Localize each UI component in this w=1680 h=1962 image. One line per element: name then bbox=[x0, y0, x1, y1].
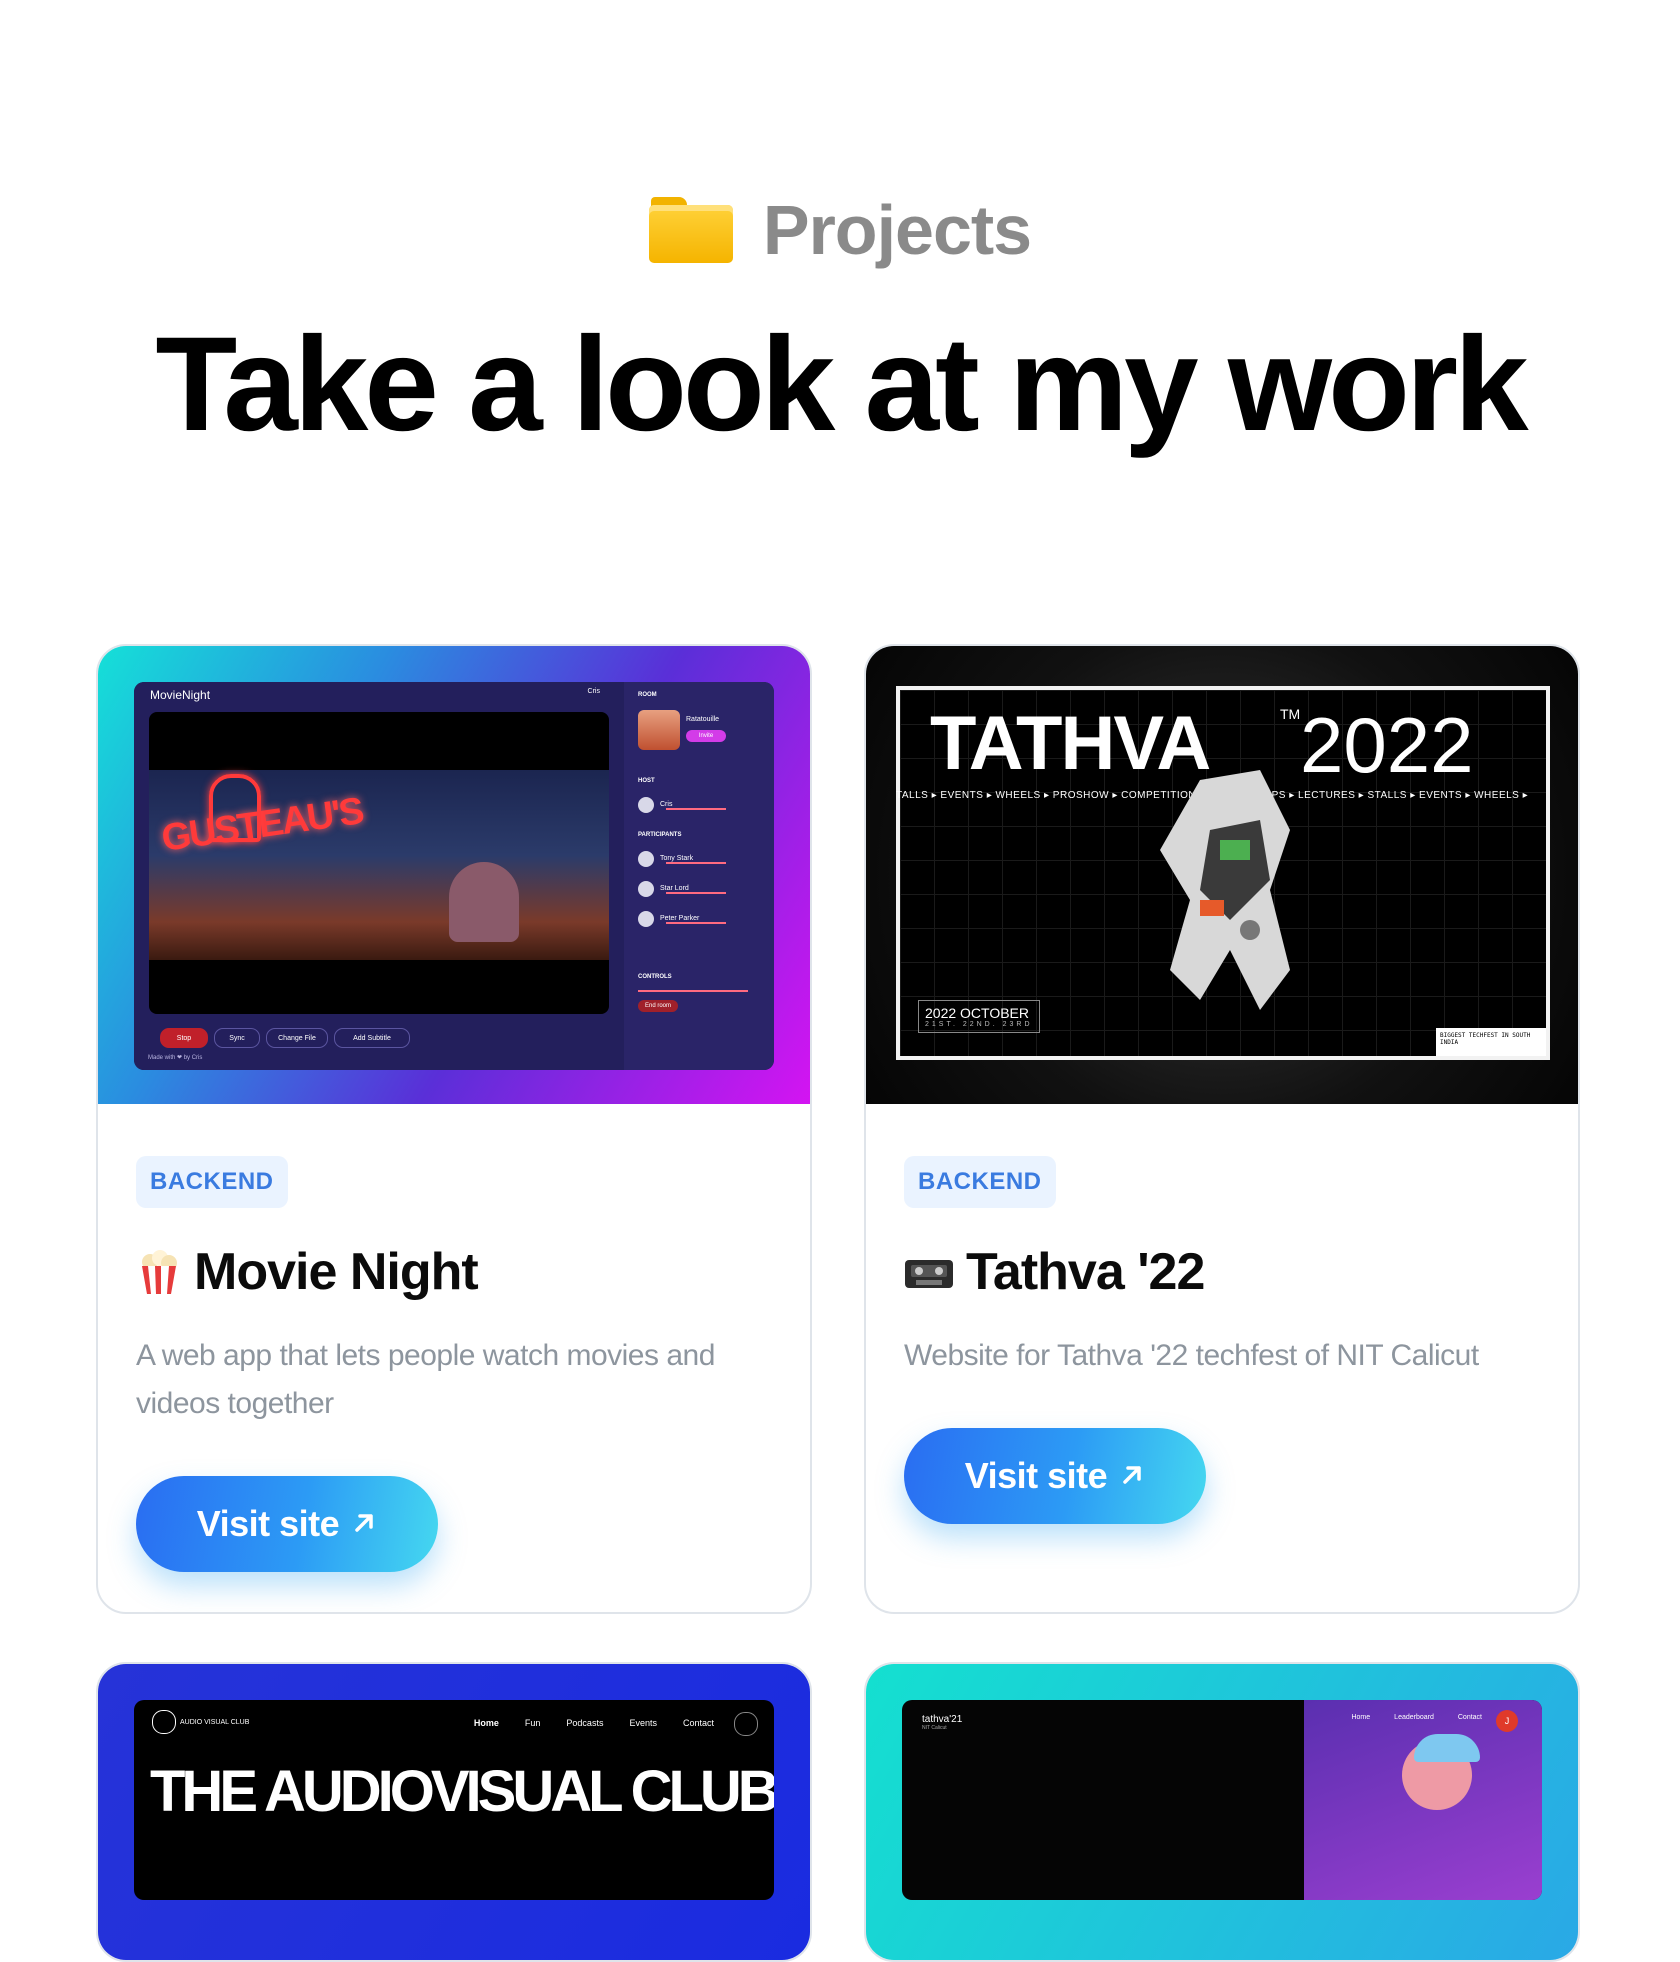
tagline-badge: BIGGEST TECHFEST IN SOUTH INDIA bbox=[1436, 1028, 1546, 1056]
app-screenshot: AUDIO VISUAL CLUB Home Fun Podcasts Even… bbox=[134, 1700, 774, 1900]
project-thumbnail[interactable]: tathva'21 NIT Calicut Home Leaderboard C… bbox=[866, 1664, 1578, 1960]
room-label: ROOM bbox=[638, 692, 657, 698]
avatar[interactable]: J bbox=[1496, 1710, 1518, 1732]
nav-home[interactable]: Home bbox=[1351, 1714, 1370, 1721]
controls-label: CONTROLS bbox=[638, 974, 672, 980]
nav-contact[interactable]: Contact bbox=[1458, 1714, 1482, 1721]
page-title: Take a look at my work bbox=[155, 310, 1528, 459]
visit-site-button[interactable]: Visit site bbox=[136, 1476, 438, 1572]
visit-site-label: Visit site bbox=[196, 1503, 340, 1544]
participants-label: PARTICIPANTS bbox=[638, 832, 682, 838]
add-subtitle-button[interactable]: Add Subtitle bbox=[334, 1028, 410, 1048]
sync-button[interactable]: Sync bbox=[214, 1028, 260, 1048]
project-card-audiovisual-club: AUDIO VISUAL CLUB Home Fun Podcasts Even… bbox=[96, 1662, 812, 1962]
menu-icon[interactable] bbox=[734, 1712, 758, 1736]
popcorn-icon bbox=[136, 1249, 182, 1295]
participant-item: Star Lord bbox=[638, 880, 758, 898]
change-file-button[interactable]: Change File bbox=[266, 1028, 328, 1048]
project-card-tathva-22: TATHVA TM 2022 TALLS ▸ EVENTS ▸ WHEELS ▸… bbox=[864, 644, 1580, 1614]
end-room-button[interactable]: End room bbox=[638, 1000, 678, 1012]
controller-illustration bbox=[1140, 770, 1310, 1020]
room-name: Ratatouille bbox=[686, 716, 720, 723]
project-card-tathva-21: tathva'21 NIT Calicut Home Leaderboard C… bbox=[864, 1662, 1580, 1962]
project-title: Movie Night bbox=[194, 1243, 479, 1301]
participant-item: Tony Stark bbox=[638, 850, 758, 868]
visit-site-button[interactable]: Visit site bbox=[904, 1428, 1206, 1524]
visit-site-label: Visit site bbox=[964, 1455, 1108, 1496]
app-screenshot: tathva'21 NIT Calicut Home Leaderboard C… bbox=[902, 1700, 1542, 1900]
site-nav: Home Fun Podcasts Events Contact bbox=[474, 1718, 714, 1728]
tathva-year: 2022 bbox=[1300, 701, 1474, 789]
footer-note: Made with ❤ by Cris bbox=[148, 1055, 203, 1061]
arrow-up-right-icon bbox=[351, 1503, 377, 1545]
project-card-movie-night: MovieNight Cris GUSTEAU'S Stop Sync Chan… bbox=[96, 644, 812, 1614]
host-label: HOST bbox=[638, 778, 655, 784]
arrow-up-right-icon bbox=[1119, 1455, 1145, 1497]
trademark: TM bbox=[1280, 706, 1301, 722]
nav-events[interactable]: Events bbox=[629, 1718, 657, 1728]
app-screenshot: TATHVA TM 2022 TALLS ▸ EVENTS ▸ WHEELS ▸… bbox=[896, 686, 1550, 1060]
category-badge: BACKEND bbox=[904, 1156, 1056, 1208]
project-thumbnail[interactable]: TATHVA TM 2022 TALLS ▸ EVENTS ▸ WHEELS ▸… bbox=[866, 646, 1578, 1104]
app-brand: MovieNight bbox=[150, 688, 211, 702]
section-label: Projects bbox=[0, 190, 1680, 270]
club-logo: AUDIO VISUAL CLUB bbox=[152, 1710, 249, 1734]
folder-icon bbox=[648, 197, 733, 263]
event-date: 2022 OCTOBER 21ST. 22ND. 23RD bbox=[918, 1000, 1040, 1033]
participant-item: Cris bbox=[638, 796, 758, 814]
category-badge: BACKEND bbox=[136, 1156, 288, 1208]
tathva21-logo: tathva'21 NIT Calicut bbox=[922, 1714, 963, 1731]
project-title: Tathva '22 bbox=[966, 1243, 1205, 1301]
nav-fun[interactable]: Fun bbox=[525, 1718, 541, 1728]
nav-podcasts[interactable]: Podcasts bbox=[566, 1718, 603, 1728]
videocassette-icon bbox=[904, 1249, 954, 1295]
room-poster bbox=[638, 710, 680, 750]
nav-contact[interactable]: Contact bbox=[683, 1718, 714, 1728]
nav-leaderboard[interactable]: Leaderboard bbox=[1394, 1714, 1434, 1721]
project-description: Website for Tathva '22 techfest of NIT C… bbox=[904, 1339, 1479, 1372]
app-screenshot: MovieNight Cris GUSTEAU'S Stop Sync Chan… bbox=[134, 682, 774, 1070]
participant-item: Peter Parker bbox=[638, 910, 758, 928]
section-label-text: Projects bbox=[762, 191, 1032, 269]
site-nav: Home Leaderboard Contact bbox=[1351, 1714, 1482, 1721]
nav-home[interactable]: Home bbox=[474, 1718, 499, 1728]
club-heading: THE AUDIOVISUAL CLUB bbox=[150, 1759, 774, 1824]
user-name: Cris bbox=[587, 688, 600, 695]
stop-button[interactable]: Stop bbox=[160, 1028, 208, 1048]
project-thumbnail[interactable]: MovieNight Cris GUSTEAU'S Stop Sync Chan… bbox=[98, 646, 810, 1104]
invite-button[interactable]: Invite bbox=[686, 730, 726, 742]
project-thumbnail[interactable]: AUDIO VISUAL CLUB Home Fun Podcasts Even… bbox=[98, 1664, 810, 1960]
video-player: GUSTEAU'S bbox=[149, 712, 609, 1014]
project-description: A web app that lets people watch movies … bbox=[136, 1339, 715, 1420]
